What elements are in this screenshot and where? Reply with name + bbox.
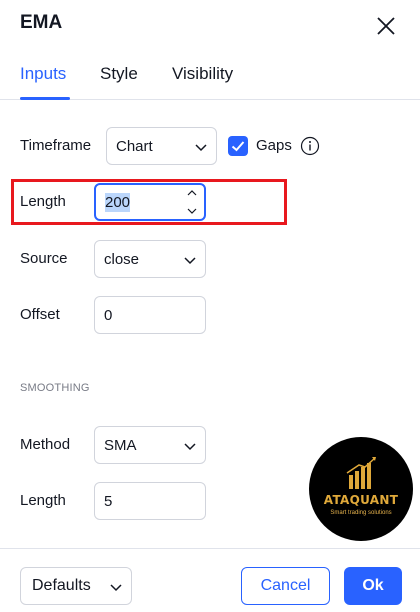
cancel-button[interactable]: Cancel: [241, 567, 330, 605]
timeframe-select[interactable]: Chart: [106, 127, 217, 165]
method-select[interactable]: SMA: [94, 426, 206, 464]
gaps-label: Gaps: [256, 137, 292, 154]
smoothing-length-value: 5: [104, 492, 113, 510]
gaps-checkbox[interactable]: [228, 136, 248, 156]
source-select[interactable]: close: [94, 240, 206, 278]
ema-settings-dialog: EMA Inputs Style Visibility Timeframe Ch…: [0, 0, 420, 612]
offset-value: 0: [104, 306, 113, 324]
chevron-down-icon: [184, 443, 196, 451]
active-tab-indicator: [20, 97, 70, 100]
checkmark-icon: [231, 141, 245, 152]
close-icon[interactable]: [374, 14, 398, 38]
source-label: Source: [20, 250, 68, 267]
ataquant-logo: ATAQUANT Smart trading solutions: [309, 437, 413, 541]
offset-label: Offset: [20, 306, 60, 323]
info-icon[interactable]: [300, 136, 320, 156]
smoothing-section-header: SMOOTHING: [20, 382, 90, 394]
chevron-down-icon: [195, 144, 207, 152]
defaults-label: Defaults: [32, 577, 91, 594]
highlight-annotation: [11, 179, 287, 225]
tab-inputs[interactable]: Inputs: [20, 64, 66, 84]
timeframe-value: Chart: [116, 137, 153, 155]
logo-name: ATAQUANT: [323, 493, 399, 507]
chevron-down-icon: [184, 257, 196, 265]
offset-input[interactable]: 0: [94, 296, 206, 334]
chevron-down-icon: [110, 584, 122, 592]
smoothing-length-input[interactable]: 5: [94, 482, 206, 520]
source-value: close: [104, 250, 140, 268]
defaults-dropdown-button[interactable]: Defaults: [20, 567, 132, 605]
dialog-footer: Defaults Cancel Ok: [0, 548, 420, 612]
tab-visibility[interactable]: Visibility: [172, 64, 233, 84]
tab-bar: Inputs Style Visibility: [0, 62, 420, 100]
timeframe-label: Timeframe: [20, 137, 92, 154]
logo-tagline: Smart trading solutions: [330, 510, 392, 516]
smoothing-length-label: Length: [20, 492, 66, 509]
tab-style[interactable]: Style: [100, 64, 138, 84]
bar-chart-logo-icon: [346, 457, 376, 489]
method-value: SMA: [104, 436, 137, 454]
ok-button[interactable]: Ok: [344, 567, 402, 605]
method-label: Method: [20, 436, 71, 453]
dialog-title: EMA: [20, 12, 63, 33]
